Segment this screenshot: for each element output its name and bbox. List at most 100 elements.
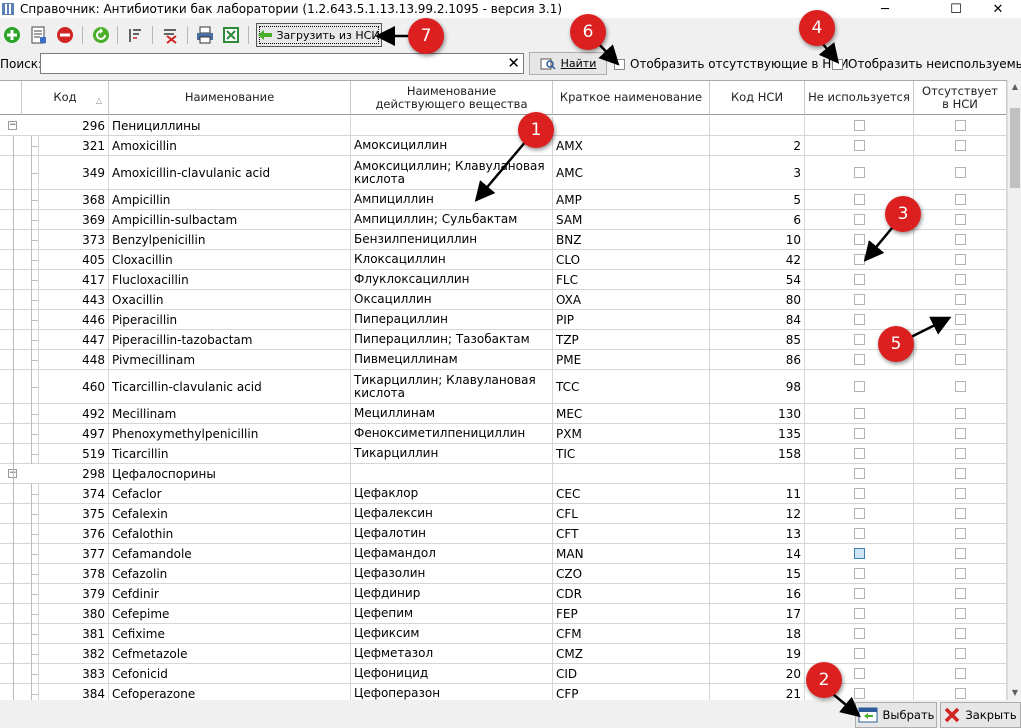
group-row[interactable]: 296 Пенициллины − (0, 116, 1007, 136)
unused-checkbox[interactable] (853, 120, 865, 131)
unused-checkbox[interactable] (853, 194, 865, 205)
table-row[interactable]: 373 Benzylpenicillin Бензилпенициллин BNZ 10 (0, 230, 1007, 250)
group-row[interactable]: 298Цефалоспорины− (0, 464, 1007, 484)
missing-in-nsi-checkbox[interactable] (954, 254, 966, 265)
missing-in-nsi-checkbox[interactable] (954, 234, 966, 245)
table-row[interactable]: 382 Cefmetazole Цефметазол CMZ 19 (0, 644, 1007, 664)
missing-in-nsi-checkbox[interactable] (954, 354, 966, 365)
unused-checkbox[interactable] (853, 354, 865, 365)
unused-checkbox[interactable] (853, 648, 865, 659)
missing-in-nsi-checkbox[interactable] (954, 214, 966, 225)
find-button[interactable]: Найти (529, 52, 607, 75)
search-input[interactable]: ✕ (40, 53, 524, 74)
table-row[interactable]: 379 Cefdinir Цефдинир CDR 16 (0, 584, 1007, 604)
unused-checkbox[interactable] (853, 254, 865, 265)
scroll-up-icon[interactable]: ▲ (1008, 80, 1021, 94)
unused-checkbox[interactable] (853, 608, 865, 619)
add-icon[interactable] (2, 25, 22, 45)
clear-search-icon[interactable]: ✕ (507, 55, 520, 72)
scrollbar-thumb[interactable] (1010, 108, 1020, 188)
missing-in-nsi-checkbox[interactable] (954, 448, 966, 459)
missing-in-nsi-checkbox[interactable] (954, 648, 966, 659)
missing-in-nsi-checkbox[interactable] (954, 140, 966, 151)
missing-in-nsi-checkbox[interactable] (954, 314, 966, 325)
filter-icon[interactable] (125, 25, 145, 45)
unused-checkbox[interactable] (853, 274, 865, 285)
unused-checkbox[interactable] (853, 528, 865, 539)
column-header-substance[interactable]: Наименование действующего вещества (351, 81, 553, 115)
table-row[interactable]: 447 Piperacillin-tazobactam Пиперациллин; … (0, 330, 1007, 350)
table-row[interactable]: 460 Ticarcillin-clavulanic acid Тикарцилли… (0, 370, 1007, 404)
close-button[interactable]: Закрыть (940, 702, 1021, 728)
missing-in-nsi-checkbox[interactable] (954, 568, 966, 579)
unused-checkbox[interactable] (853, 408, 865, 419)
properties-icon[interactable] (28, 25, 48, 45)
unused-checkbox[interactable] (853, 688, 865, 699)
unused-checkbox[interactable] (853, 314, 865, 325)
unused-checkbox[interactable] (853, 628, 865, 639)
unused-checkbox[interactable] (853, 214, 865, 225)
unused-checkbox[interactable] (853, 381, 865, 392)
show-missing-checkbox[interactable] (614, 58, 625, 70)
missing-in-nsi-checkbox[interactable] (954, 167, 966, 178)
table-row[interactable]: 448 Pivmecillinam Пивмециллинам PME 86 (0, 350, 1007, 370)
close-window-button[interactable]: ✕ (975, 0, 1021, 18)
unused-checkbox[interactable] (853, 428, 865, 439)
unused-checkbox[interactable] (853, 488, 865, 499)
unused-checkbox[interactable] (853, 294, 865, 305)
table-row[interactable]: 378 Cefazolin Цефазолин CZO 15 (0, 564, 1007, 584)
unused-checkbox[interactable] (853, 448, 865, 459)
missing-in-nsi-checkbox[interactable] (954, 194, 966, 205)
select-button[interactable]: Выбрать (855, 702, 937, 728)
table-row[interactable]: 405 Cloxacillin Клоксациллин CLO 42 (0, 250, 1007, 270)
excel-icon[interactable] (221, 25, 241, 45)
unused-checkbox[interactable] (853, 234, 865, 245)
unused-checkbox[interactable] (853, 568, 865, 579)
unused-checkbox[interactable] (853, 468, 865, 479)
show-missing-in-nsi-option[interactable]: Отобразить отсутствующие в НСИ (614, 57, 849, 71)
table-row[interactable]: 446 Piperacillin Пиперациллин PIP 84 (0, 310, 1007, 330)
missing-in-nsi-checkbox[interactable] (954, 468, 966, 479)
missing-in-nsi-checkbox[interactable] (954, 608, 966, 619)
missing-in-nsi-checkbox[interactable] (954, 668, 966, 679)
delete-icon[interactable] (55, 25, 75, 45)
table-row[interactable]: 381 Cefixime Цефиксим CFM 18 (0, 624, 1007, 644)
clear-filter-icon[interactable] (160, 25, 180, 45)
table-row[interactable]: 492 Mecillinam Мециллинам MEC 130 (0, 404, 1007, 424)
table-row[interactable]: 417 Flucloxacillin Флуклоксациллин FLC 54 (0, 270, 1007, 290)
table-row[interactable]: 380 Cefepime Цефепим FEP 17 (0, 604, 1007, 624)
missing-in-nsi-checkbox[interactable] (954, 688, 966, 699)
missing-in-nsi-checkbox[interactable] (954, 120, 966, 131)
table-row[interactable]: 377 Cefamandole Цефамандол MAN 14 (0, 544, 1007, 564)
collapse-icon[interactable]: − (8, 121, 17, 130)
missing-in-nsi-checkbox[interactable] (954, 528, 966, 539)
unused-checkbox[interactable] (853, 508, 865, 519)
missing-in-nsi-checkbox[interactable] (954, 408, 966, 419)
missing-in-nsi-checkbox[interactable] (954, 508, 966, 519)
missing-in-nsi-checkbox[interactable] (954, 488, 966, 499)
table-row[interactable]: 383 Cefonicid Цефоницид CID 20 (0, 664, 1007, 684)
refresh-icon[interactable] (91, 25, 111, 45)
table-row[interactable]: 368 Ampicillin Ампициллин AMP 5 (0, 190, 1007, 210)
vertical-scrollbar[interactable]: ▲ ▼ (1007, 80, 1021, 700)
missing-in-nsi-checkbox[interactable] (954, 334, 966, 345)
table-row[interactable]: 374 Cefaclor Цефаклор CEC 11 (0, 484, 1007, 504)
unused-checkbox[interactable] (853, 588, 865, 599)
maximize-button[interactable]: ☐ (933, 0, 979, 18)
table-row[interactable]: 519 Ticarcillin Тикарциллин TIC 158 (0, 444, 1007, 464)
table-row[interactable]: 497 Phenoxymethylpenicillin Феноксиметилпе… (0, 424, 1007, 444)
table-row[interactable]: 369 Ampicillin-sulbactam Ампициллин; Сульб… (0, 210, 1007, 230)
table-row[interactable]: 443 Oxacillin Оксациллин OXA 80 (0, 290, 1007, 310)
unused-checkbox[interactable] (853, 334, 865, 345)
unused-checkbox[interactable] (853, 140, 865, 151)
load-from-nsi-button[interactable]: Загрузить из НСИ (256, 23, 382, 47)
column-header-nsi-code[interactable]: Код НСИ (710, 81, 805, 115)
show-unused-checkbox[interactable] (832, 58, 843, 70)
table-row[interactable]: 384 Cefoperazone Цефоперазон CFP 21 (0, 684, 1007, 700)
column-header-missing-in-nsi[interactable]: Отсутствует в НСИ (914, 81, 1007, 115)
missing-in-nsi-checkbox[interactable] (954, 274, 966, 285)
missing-in-nsi-checkbox[interactable] (954, 628, 966, 639)
unused-checkbox[interactable] (853, 167, 865, 178)
table-row[interactable]: 349 Amoxicillin-clavulanic acid Амоксицилл… (0, 156, 1007, 190)
missing-in-nsi-checkbox[interactable] (954, 428, 966, 439)
